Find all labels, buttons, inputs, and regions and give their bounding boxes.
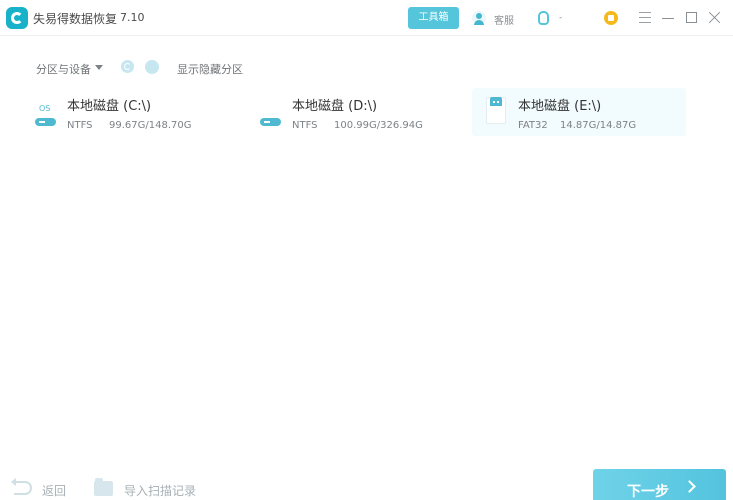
close-icon[interactable]: [708, 11, 721, 24]
app-window: 失易得数据恢复 7.10 工具箱 客服 - 分区与设备 显示隐藏分区 OS 本地…: [0, 0, 733, 500]
disk-filesystem: NTFS: [67, 120, 93, 131]
next-step-button[interactable]: 下一步: [593, 469, 726, 500]
customer-service-label[interactable]: 客服: [494, 12, 514, 27]
chevron-right-icon: [683, 480, 696, 493]
customer-service-icon[interactable]: [472, 11, 486, 25]
hard-drive-icon: [35, 118, 56, 126]
show-hidden-toggle[interactable]: [145, 60, 159, 74]
menu-icon[interactable]: [639, 12, 651, 23]
toolbox-button[interactable]: 工具箱: [408, 7, 459, 29]
qq-icon[interactable]: [538, 11, 549, 25]
back-button[interactable]: 返回: [42, 482, 66, 499]
refresh-icon[interactable]: [121, 60, 134, 73]
chevron-down-icon[interactable]: [95, 65, 103, 70]
partition-filter-dropdown[interactable]: 分区与设备: [36, 61, 91, 77]
show-hidden-label: 显示隐藏分区: [177, 63, 243, 76]
app-logo-icon: [6, 7, 28, 29]
disk-card-c[interactable]: OS 本地磁盘 (C:\) NTFS 99.67G/148.70G: [35, 88, 249, 136]
disk-filesystem: FAT32: [518, 120, 548, 131]
back-arrow-icon[interactable]: [11, 478, 32, 495]
vip-icon[interactable]: [604, 11, 618, 25]
disk-card-e[interactable]: 本地磁盘 (E:\) FAT32 14.87G/14.87G: [472, 88, 686, 136]
disk-usage: 100.99G/326.94G: [334, 120, 423, 131]
disk-usage: 99.67G/148.70G: [109, 120, 192, 131]
next-step-label: 下一步: [627, 484, 669, 500]
import-scan-record-button[interactable]: 导入扫描记录: [124, 482, 196, 499]
disk-usage: 14.87G/14.87G: [560, 120, 637, 131]
maximize-icon[interactable]: [686, 12, 697, 23]
app-version: 7.10: [120, 11, 145, 24]
disk-name: 本地磁盘 (E:\): [518, 99, 602, 114]
disk-name: 本地磁盘 (D:\): [292, 99, 378, 114]
minimize-icon[interactable]: [662, 18, 674, 19]
app-title: 失易得数据恢复: [33, 12, 118, 26]
disk-card-d[interactable]: 本地磁盘 (D:\) NTFS 100.99G/326.94G: [260, 88, 474, 136]
usb-drive-icon: [486, 97, 506, 124]
disk-filesystem: NTFS: [292, 120, 318, 131]
qq-label: -: [559, 13, 563, 23]
hard-drive-icon: [260, 118, 281, 126]
os-badge: OS: [39, 104, 51, 113]
title-bar: 失易得数据恢复 7.10 工具箱 客服 -: [0, 0, 733, 36]
folder-icon[interactable]: [94, 478, 113, 496]
disk-name: 本地磁盘 (C:\): [67, 99, 152, 114]
